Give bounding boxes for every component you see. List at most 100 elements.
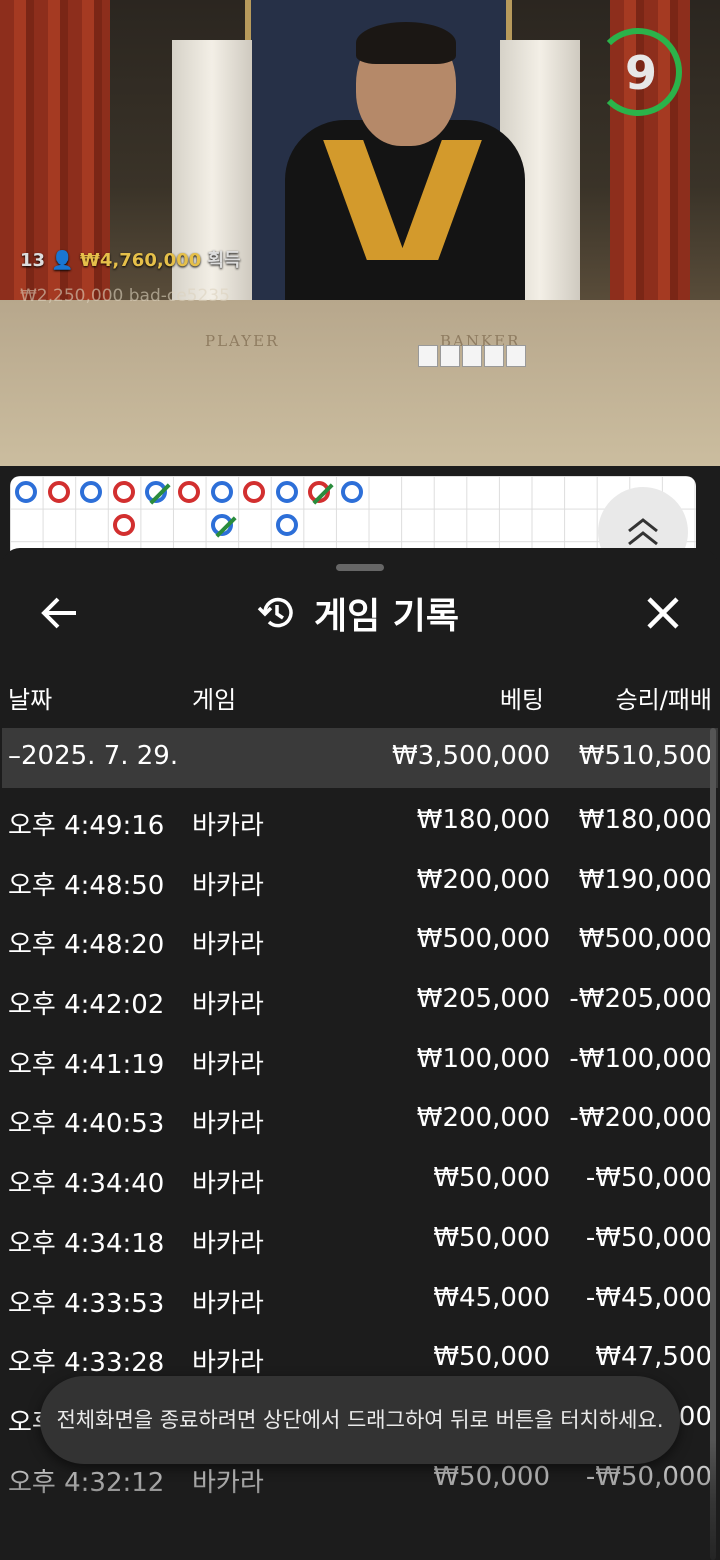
column-result: 승리/패배 (615, 686, 712, 714)
banker-bead (210, 481, 233, 503)
summary-bet: ₩3,500,000 (391, 741, 550, 771)
row-bet: ₩100,000 (416, 1043, 550, 1074)
column-bet: 베팅 (499, 686, 544, 714)
row-bet: ₩500,000 (416, 924, 550, 955)
row-result: -₩100,000 (569, 1043, 712, 1074)
row-bet: ₩45,000 (433, 1282, 550, 1313)
row-result: -₩205,000 (569, 984, 712, 1015)
banker-bead (15, 481, 37, 503)
row-time: 오후 4:41:19 (8, 1049, 165, 1080)
history-row[interactable]: 오후 4:34:18 바카라 ₩50,000 -₩50,000 (2, 1206, 718, 1266)
banker-bead (341, 481, 363, 503)
row-time: 오후 4:42:02 (8, 990, 165, 1021)
row-result: -₩45,000 (585, 1282, 712, 1313)
history-icon (257, 597, 293, 628)
row-bet: ₩205,000 (416, 984, 550, 1015)
row-game: 바카라 (192, 990, 264, 1021)
winner-amount: ₩4,760,000 (80, 250, 202, 271)
row-game: 바카라 (192, 1109, 264, 1140)
row-game: 바카라 (192, 1169, 264, 1200)
row-result: -₩50,000 (585, 1163, 712, 1194)
row-time: 오후 4:48:50 (8, 870, 165, 901)
history-row[interactable]: 오후 4:33:53 바카라 ₩45,000 -₩45,000 (2, 1266, 718, 1326)
summary-date: –2025. 7. 29. (8, 741, 179, 771)
row-bet: ₩200,000 (416, 1103, 550, 1134)
playing-card (462, 345, 482, 367)
winners-ticker: 13 👤 ₩4,760,000 획득 (20, 246, 241, 272)
row-time: 오후 4:40:53 (8, 1109, 165, 1140)
row-result: ₩500,000 (578, 924, 712, 955)
row-bet: ₩50,000 (433, 1342, 550, 1373)
column-game: 게임 (192, 686, 237, 714)
row-time: 오후 4:34:40 (8, 1169, 165, 1200)
history-row[interactable]: 오후 4:41:19 바카라 ₩100,000 -₩100,000 (2, 1027, 718, 1087)
summary-result: ₩510,500 (578, 741, 712, 771)
history-row[interactable]: 오후 4:48:50 바카라 ₩200,000 ₩190,000 (2, 848, 718, 908)
row-result: ₩180,000 (578, 805, 712, 835)
banker-bead (80, 481, 103, 503)
row-time: 오후 4:33:53 (8, 1288, 165, 1319)
row-bet: ₩180,000 (416, 805, 550, 835)
row-game: 바카라 (192, 1049, 264, 1080)
chevron-up-double-icon (628, 518, 658, 546)
playing-card (506, 345, 526, 367)
column-headers: 날짜 게임 베팅 승리/패배 (2, 676, 718, 716)
column-date: 날짜 (8, 686, 53, 714)
row-result: ₩47,500 (595, 1342, 712, 1373)
row-game: 바카라 (192, 811, 264, 841)
row-time: 오후 4:48:20 (8, 930, 165, 961)
toast-text: 전체화면을 종료하려면 상단에서 드래그하여 뒤로 버튼을 터치하세요. (56, 1408, 664, 1432)
table-felt (0, 300, 720, 466)
history-row[interactable]: 오후 4:40:53 바카라 ₩200,000 -₩200,000 (2, 1086, 718, 1146)
row-result: -₩200,000 (569, 1103, 712, 1134)
back-button[interactable] (36, 588, 86, 638)
playing-card (440, 345, 460, 367)
arrow-left-icon (41, 597, 76, 629)
row-result: ₩190,000 (578, 864, 712, 895)
row-game: 바카라 (192, 1348, 264, 1379)
scrollbar[interactable] (710, 728, 716, 1560)
playing-card (418, 345, 438, 367)
person-icon: 👤 (51, 250, 74, 271)
sheet-drag-handle[interactable] (336, 564, 384, 571)
banker-bead (145, 481, 171, 505)
history-row[interactable]: 오후 4:34:40 바카라 ₩50,000 -₩50,000 (2, 1146, 718, 1206)
banker-bead (210, 513, 237, 538)
playing-card (484, 345, 504, 367)
player-bead (112, 513, 135, 536)
banker-bead (275, 481, 298, 503)
row-game: 바카라 (192, 1288, 264, 1319)
player-bead (178, 481, 200, 503)
sheet-header: 게임 기록 (256, 586, 459, 640)
player-bead (308, 481, 334, 505)
winner-suffix: 획득 (207, 250, 241, 271)
dealer-hair (356, 22, 456, 64)
row-time: 오후 4:49:16 (8, 811, 165, 841)
row-bet: ₩50,000 (433, 1163, 550, 1194)
live-video: PLAYER BANKER 9 13 👤 ₩4,760,000 획득 ₩2,25… (0, 0, 720, 466)
tie-mark (214, 515, 237, 538)
row-result: -₩50,000 (585, 1222, 712, 1253)
tie-mark (149, 483, 171, 505)
tie-mark (312, 483, 334, 505)
close-icon (647, 597, 679, 629)
winner-count: 13 (20, 250, 46, 271)
banker-bead (275, 513, 298, 536)
row-game: 바카라 (192, 870, 264, 901)
date-summary-row[interactable]: –2025. 7. 29. ₩3,500,000 ₩510,500 (2, 728, 718, 788)
countdown-timer: 9 (624, 46, 657, 100)
row-game: 바카라 (192, 930, 264, 961)
history-row[interactable]: 오후 4:49:16 바카라 ₩180,000 ₩180,000 (2, 788, 718, 848)
player-bead (243, 481, 266, 503)
fullscreen-toast: 전체화면을 종료하려면 상단에서 드래그하여 뒤로 버튼을 터치하세요. (40, 1376, 680, 1464)
row-time: 오후 4:33:28 (8, 1348, 165, 1379)
history-row[interactable]: 오후 4:42:02 바카라 ₩205,000 -₩205,000 (2, 967, 718, 1027)
row-game: 바카라 (192, 1228, 264, 1259)
history-row[interactable]: 오후 4:48:20 바카라 ₩500,000 ₩500,000 (2, 907, 718, 967)
row-bet: ₩50,000 (433, 1222, 550, 1253)
player-bead (47, 481, 70, 503)
row-time: 오후 4:34:18 (8, 1228, 165, 1259)
sheet-title: 게임 기록 (314, 596, 460, 637)
close-button[interactable] (638, 588, 688, 638)
table-label-player: PLAYER (205, 332, 280, 350)
